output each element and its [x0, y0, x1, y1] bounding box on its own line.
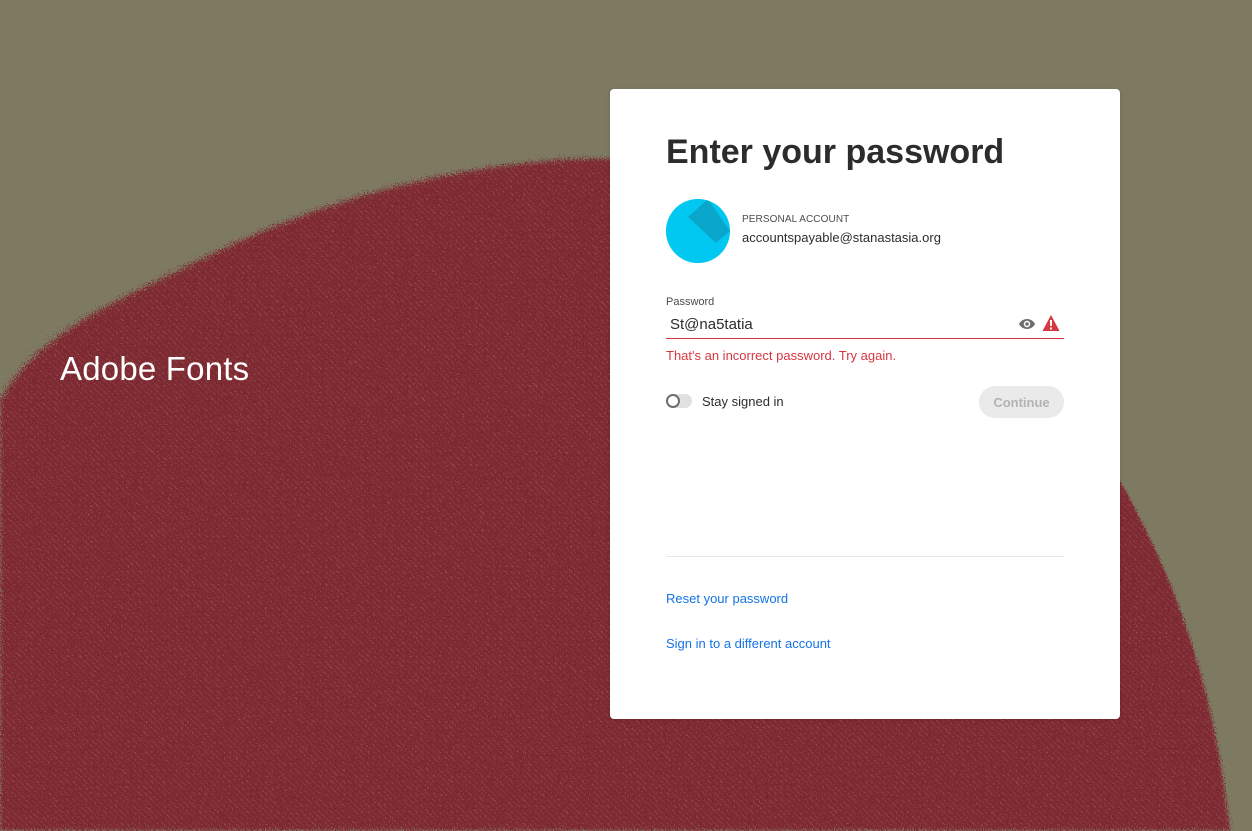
sign-in-card: Enter your password PERSONAL ACCOUNT acc… — [610, 89, 1120, 719]
password-input[interactable] — [666, 311, 1010, 337]
account-type: PERSONAL ACCOUNT — [742, 214, 850, 225]
password-error-message: That's an incorrect password. Try again. — [666, 348, 897, 363]
alert-icon — [1042, 314, 1060, 332]
different-account-link[interactable]: Sign in to a different account — [666, 636, 831, 651]
page-title: Enter your password — [666, 133, 1005, 171]
password-field — [666, 311, 1064, 339]
reset-password-link[interactable]: Reset your password — [666, 591, 788, 606]
password-label: Password — [666, 296, 715, 308]
avatar-graphic — [666, 199, 730, 263]
brand-title: Adobe Fonts — [60, 350, 250, 387]
avatar — [666, 199, 730, 263]
continue-button[interactable]: Continue — [979, 386, 1064, 418]
stay-signed-in-toggle[interactable] — [666, 394, 692, 408]
account-email: accountspayable@stanastasia.org — [742, 230, 941, 245]
divider — [666, 556, 1064, 557]
toggle-knob — [666, 394, 680, 408]
account-summary: PERSONAL ACCOUNT accountspayable@stanast… — [666, 199, 1064, 263]
sign-in-page: Adobe Fonts Enter your password PERSONAL… — [0, 0, 1252, 831]
stay-signed-in-label[interactable]: Stay signed in — [702, 394, 784, 409]
eye-icon[interactable] — [1018, 316, 1036, 332]
